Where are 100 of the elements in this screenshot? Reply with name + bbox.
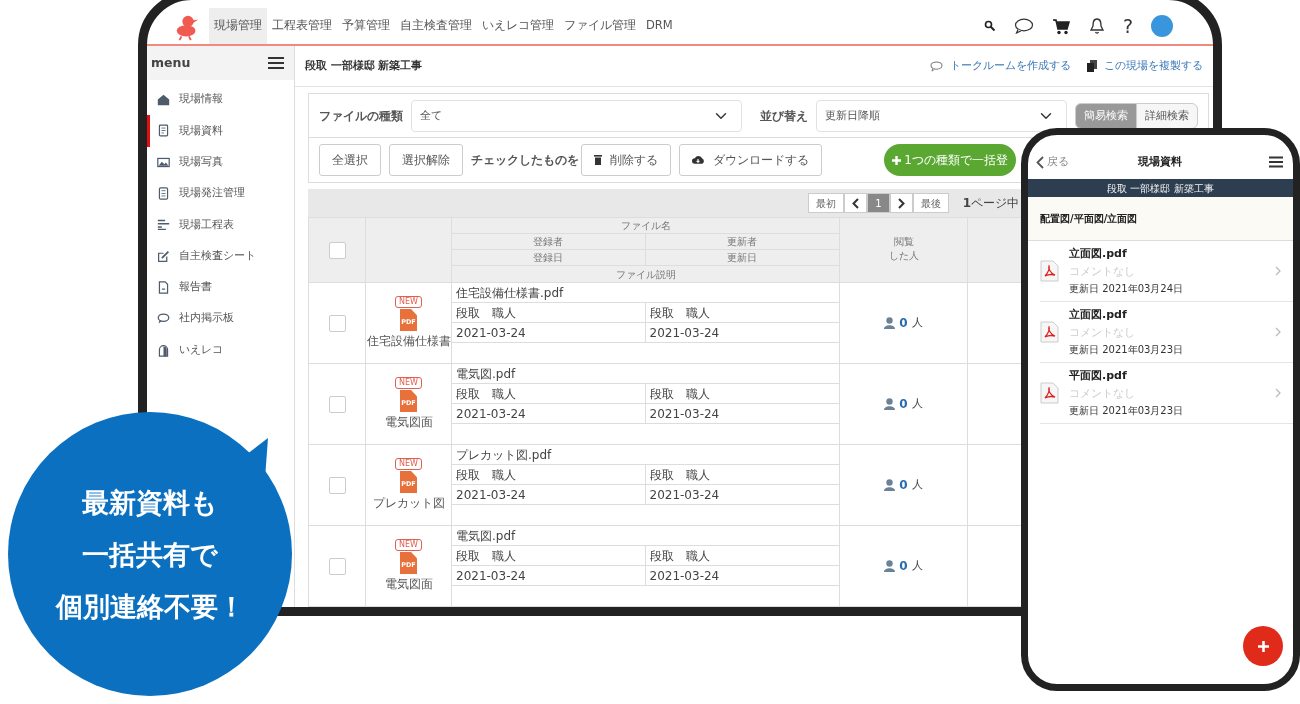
page-number-button[interactable]: 1 [867,193,890,214]
select-all-button[interactable]: 全選択 [319,144,381,177]
sidebar-item[interactable]: 現場工程表 [147,209,294,241]
sidebar-item[interactable]: 社内掲示板 [147,303,294,335]
menu-icon [268,56,284,70]
column-header: ファイル説明 [614,267,677,282]
cart-icon [1051,17,1071,35]
person-icon [884,317,896,329]
download-button[interactable]: ダウンロードする [679,144,822,177]
avatar-icon [1151,15,1173,37]
image-icon [157,155,170,169]
nav-tab[interactable]: ファイル管理 [559,8,641,44]
file-type: 電気図面 [384,576,433,593]
speech-bubble-icon [930,60,943,72]
document-icon [157,124,170,138]
person-icon [884,398,896,410]
column-header: ファイル名 [452,218,839,234]
menu-icon [1269,156,1283,168]
pdf-icon [1040,321,1059,343]
page-summary: 1ページ中 [962,195,1019,213]
column-header: 更新者 [645,234,839,250]
table-cell: 2021-03-24 [645,485,839,505]
row-checkbox[interactable] [328,314,346,332]
new-badge: NEW [395,539,422,551]
page-link[interactable]: トークルームを作成する [930,57,1071,75]
sidebar-item[interactable]: 現場資料 [147,115,294,147]
house-icon [157,93,170,107]
plus-icon [892,155,902,165]
row-checkbox[interactable] [328,395,346,413]
file-type-select[interactable]: 全て [411,99,742,132]
sidebar-item[interactable]: 自主検査シート [147,240,294,272]
next-page-button[interactable] [889,193,913,214]
nav-tab[interactable]: 現場管理 [209,8,267,44]
row-checkbox[interactable] [328,476,346,494]
action-label: チェックしたものを [471,152,579,170]
back-link[interactable]: 戻る [1036,153,1096,171]
chevron-right-icon [1275,327,1281,337]
view-count: 0 [899,396,908,413]
chevron-right-icon [897,197,905,209]
table-cell: 段取 職人 [452,303,646,323]
view-count: 0 [899,477,908,494]
trash-icon [594,155,602,166]
deselect-button[interactable]: 選択解除 [389,144,463,177]
nav-tab[interactable]: DRM [641,8,678,44]
file-date: 更新日 2021年03月24日 [1069,282,1185,296]
person-icon [884,479,896,491]
file-date: 更新日 2021年03月23日 [1069,343,1185,357]
copy-icon [1087,60,1097,73]
nav-tab[interactable]: 自主検査管理 [395,8,477,44]
new-badge: NEW [395,296,422,308]
phone-title: 現場資料 [1136,153,1183,170]
add-button[interactable] [1243,626,1283,666]
sort-select[interactable]: 更新日降順 [815,99,1067,132]
sidebar-item[interactable]: 現場情報 [147,84,294,116]
count-unit: 人 [911,476,923,493]
person-icon [884,560,896,572]
file-name: 平面図.pdf [1069,368,1128,384]
table-cell: 2021-03-24 [645,404,839,424]
table-cell: 2021-03-24 [452,404,646,424]
column-header: 登録日 [452,250,646,266]
help-icon[interactable]: ? [1122,16,1133,36]
count-unit: 人 [911,557,923,574]
bars-icon [157,218,170,232]
table-cell: 2021-03-24 [645,323,839,343]
file-name: 立面図.pdf [1069,246,1128,262]
table-cell: 段取 職人 [452,465,646,485]
table-cell: 段取 職人 [452,384,646,404]
chevron-right-icon [1275,388,1281,398]
delete-button[interactable]: 削除する [581,144,671,177]
arch-icon [157,343,170,357]
row-checkbox[interactable] [328,241,346,259]
sidebar-item[interactable]: 現場写真 [147,146,294,178]
project-bar: 段取 一部様邸 新築工事 [1028,179,1293,197]
first-page-button[interactable]: 最初 [808,193,845,214]
category-heading: 配置図/平面図/立面図 [1028,197,1293,241]
table-cell: 2021-03-24 [645,566,839,586]
sidebar-title: menu [151,53,191,72]
file-type: プレカット図 [372,495,445,512]
calculator-icon [157,187,170,201]
chevron-left-icon [1036,155,1044,169]
sidebar-item[interactable]: 報告書 [147,271,294,304]
pdf-icon [1040,260,1059,282]
count-unit: 人 [911,395,923,412]
filter-label: ファイルの種類 [319,107,403,125]
nav-tab[interactable]: 予算管理 [337,8,395,44]
row-checkbox[interactable] [328,557,346,575]
search-mode-tab[interactable]: 詳細検索 [1136,102,1198,130]
previous-page-button[interactable] [844,193,868,214]
cloud-download-icon [692,155,705,166]
pdf-icon [1040,382,1059,404]
table-cell: 段取 職人 [645,465,839,485]
last-page-button[interactable]: 最後 [912,193,949,214]
sidebar-item[interactable]: 現場発注管理 [147,177,294,210]
table-cell: 段取 職人 [645,384,839,404]
view-count: 0 [899,315,908,332]
nav-tab[interactable]: 工程表管理 [267,8,337,44]
nav-tab[interactable]: いえレコ管理 [477,8,559,44]
sidebar-item[interactable]: いえレコ [147,334,294,366]
file-name: プレカット図.pdf [452,445,839,465]
page-link[interactable]: この現場を複製する [1087,57,1203,75]
